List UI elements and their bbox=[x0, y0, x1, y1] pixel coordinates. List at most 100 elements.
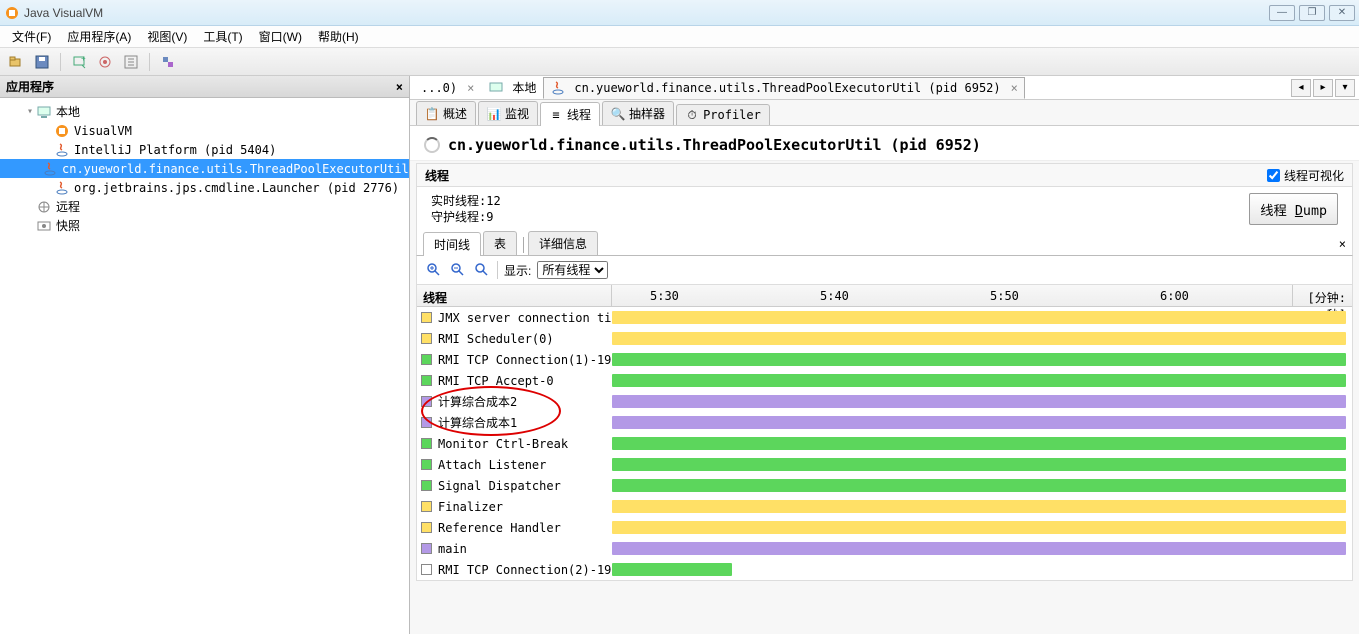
close-window-button[interactable]: ✕ bbox=[1329, 5, 1355, 21]
thread-tab-timeline[interactable]: 时间线 bbox=[423, 232, 481, 256]
tree-process-node[interactable]: VisualVM bbox=[0, 121, 409, 140]
thread-state-bar bbox=[612, 374, 1346, 387]
crumb-close-icon[interactable]: × bbox=[1011, 81, 1018, 95]
state-swatch-icon bbox=[421, 417, 432, 428]
toolbar-jmx-icon[interactable] bbox=[93, 51, 117, 73]
timeline-row[interactable]: Finalizer bbox=[417, 496, 1352, 517]
java-icon bbox=[54, 180, 70, 196]
crumb-prev-label: ...0) bbox=[421, 81, 457, 95]
thread-state-bar bbox=[612, 395, 1346, 408]
applications-header-label: 应用程序 bbox=[6, 78, 54, 95]
toolbar-open-icon[interactable] bbox=[4, 51, 28, 73]
toolbar-addhost-icon[interactable]: + bbox=[67, 51, 91, 73]
thread-state-bar bbox=[612, 332, 1346, 345]
applications-panel: 应用程序 × ▾ 本地 VisualVMIntelliJ Platform (p… bbox=[0, 76, 410, 634]
crumb-local-label: 本地 bbox=[512, 79, 536, 96]
timeline-row-name: 计算综合成本2 bbox=[438, 393, 517, 410]
tree-remote[interactable]: 远程 bbox=[0, 197, 409, 216]
timeline-row[interactable]: JMX server connection tim... bbox=[417, 307, 1352, 328]
crumb-close-icon[interactable]: × bbox=[467, 81, 474, 95]
thread-filter-select[interactable]: 所有线程 bbox=[537, 261, 608, 279]
timeline-row-name: main bbox=[438, 542, 467, 556]
maximize-button[interactable]: ❐ bbox=[1299, 5, 1325, 21]
crumb-nav-next[interactable]: ▸ bbox=[1313, 79, 1333, 97]
subtab-overview-label: 概述 bbox=[443, 105, 467, 122]
timeline-row-name-cell: Monitor Ctrl-Break bbox=[417, 437, 612, 451]
crumb-active[interactable]: cn.yueworld.finance.utils.ThreadPoolExec… bbox=[543, 77, 1025, 99]
thread-tabs-close[interactable]: × bbox=[1339, 237, 1346, 251]
profiler-icon: ⏱ bbox=[685, 108, 699, 122]
menu-file[interactable]: 文件(F) bbox=[4, 26, 59, 47]
subtab-profiler-label: Profiler bbox=[703, 108, 761, 122]
timeline-row[interactable]: Attach Listener bbox=[417, 454, 1352, 475]
minimize-button[interactable]: — bbox=[1269, 5, 1295, 21]
timeline-row[interactable]: RMI Scheduler(0) bbox=[417, 328, 1352, 349]
timeline-row-bar-cell bbox=[612, 328, 1352, 349]
toolbar-save-icon[interactable] bbox=[30, 51, 54, 73]
thread-tab-table[interactable]: 表 bbox=[483, 231, 517, 255]
timeline-row-name: Attach Listener bbox=[438, 458, 546, 472]
threads-visual-checkbox-input[interactable] bbox=[1267, 169, 1280, 182]
applications-header-close[interactable]: × bbox=[396, 80, 403, 94]
expand-toggle-icon[interactable]: ▾ bbox=[24, 106, 36, 117]
menu-apps[interactable]: 应用程序(A) bbox=[59, 26, 139, 47]
crumb-local[interactable]: 本地 bbox=[481, 76, 543, 99]
timeline-filter-row: 显示: 所有线程 bbox=[416, 255, 1353, 285]
java-process-icon bbox=[550, 80, 566, 96]
subtab-threads[interactable]: ≡线程 bbox=[540, 102, 600, 126]
timeline-row[interactable]: main bbox=[417, 538, 1352, 559]
tree-process-node[interactable]: cn.yueworld.finance.utils.ThreadPoolExec… bbox=[0, 159, 409, 178]
timeline-row-name-cell: Signal Dispatcher bbox=[417, 479, 612, 493]
timeline-tick-label: 6:00 bbox=[1160, 289, 1189, 303]
subtab-monitor[interactable]: 📊监视 bbox=[478, 101, 538, 125]
timeline-row-bar-cell bbox=[612, 412, 1352, 433]
thread-dump-button[interactable]: 线程 Dump bbox=[1249, 193, 1338, 225]
state-swatch-icon bbox=[421, 564, 432, 575]
timeline-row[interactable]: RMI TCP Connection(1)-192... bbox=[417, 349, 1352, 370]
tree-snapshots[interactable]: 快照 bbox=[0, 216, 409, 235]
timeline-row[interactable]: RMI TCP Connection(2)-192... bbox=[417, 559, 1352, 580]
threads-visual-checkbox[interactable]: 线程可视化 bbox=[1267, 167, 1344, 184]
timeline-row[interactable]: Signal Dispatcher bbox=[417, 475, 1352, 496]
state-swatch-icon bbox=[421, 501, 432, 512]
zoom-out-icon[interactable] bbox=[449, 261, 467, 279]
timeline-row[interactable]: Monitor Ctrl-Break bbox=[417, 433, 1352, 454]
state-swatch-icon bbox=[421, 312, 432, 323]
tree-local[interactable]: ▾ 本地 bbox=[0, 102, 409, 121]
tree-snapshots-label: 快照 bbox=[56, 217, 80, 234]
state-swatch-icon bbox=[421, 354, 432, 365]
zoom-fit-icon[interactable] bbox=[473, 261, 491, 279]
timeline-row-name: JMX server connection tim... bbox=[438, 311, 612, 325]
crumb-nav-prev[interactable]: ◂ bbox=[1291, 79, 1311, 97]
crumb-nav-dropdown[interactable]: ▾ bbox=[1335, 79, 1355, 97]
menubar: 文件(F) 应用程序(A) 视图(V) 工具(T) 窗口(W) 帮助(H) bbox=[0, 26, 1359, 48]
timeline-col-thread[interactable]: 线程 bbox=[417, 285, 612, 306]
timeline-row[interactable]: 计算综合成本1 bbox=[417, 412, 1352, 433]
toolbar-heapdump-icon[interactable] bbox=[156, 51, 180, 73]
subtab-sampler[interactable]: 🔍抽样器 bbox=[602, 101, 674, 125]
menu-view[interactable]: 视图(V) bbox=[139, 26, 195, 47]
timeline-row[interactable]: Reference Handler bbox=[417, 517, 1352, 538]
timeline-row-name-cell: 计算综合成本2 bbox=[417, 393, 612, 410]
subtab-overview[interactable]: 📋概述 bbox=[416, 101, 476, 125]
tree-process-node[interactable]: IntelliJ Platform (pid 5404) bbox=[0, 140, 409, 159]
thread-state-bar bbox=[612, 500, 1346, 513]
timeline-row-name: RMI TCP Connection(2)-192... bbox=[438, 563, 612, 577]
computer-icon bbox=[488, 80, 504, 96]
timeline-tick-label: 5:30 bbox=[650, 289, 679, 303]
thread-state-bar bbox=[612, 437, 1346, 450]
timeline-row[interactable]: RMI TCP Accept-0 bbox=[417, 370, 1352, 391]
subtab-profiler[interactable]: ⏱ Profiler bbox=[676, 104, 770, 125]
crumb-prev[interactable]: ...0) × bbox=[414, 78, 481, 98]
toolbar-dump-icon[interactable] bbox=[119, 51, 143, 73]
timeline-body: JMX server connection tim... RMI Schedule… bbox=[417, 307, 1352, 580]
thread-state-bar bbox=[612, 521, 1346, 534]
breadcrumb-row: ...0) × 本地 cn.yueworld.finance.utils.Thr… bbox=[410, 76, 1359, 100]
menu-help[interactable]: 帮助(H) bbox=[310, 26, 367, 47]
thread-tab-details[interactable]: 详细信息 bbox=[528, 231, 598, 255]
zoom-in-icon[interactable] bbox=[425, 261, 443, 279]
tree-process-node[interactable]: org.jetbrains.jps.cmdline.Launcher (pid … bbox=[0, 178, 409, 197]
menu-window[interactable]: 窗口(W) bbox=[251, 26, 310, 47]
timeline-row[interactable]: 计算综合成本2 bbox=[417, 391, 1352, 412]
menu-tools[interactable]: 工具(T) bbox=[195, 26, 250, 47]
